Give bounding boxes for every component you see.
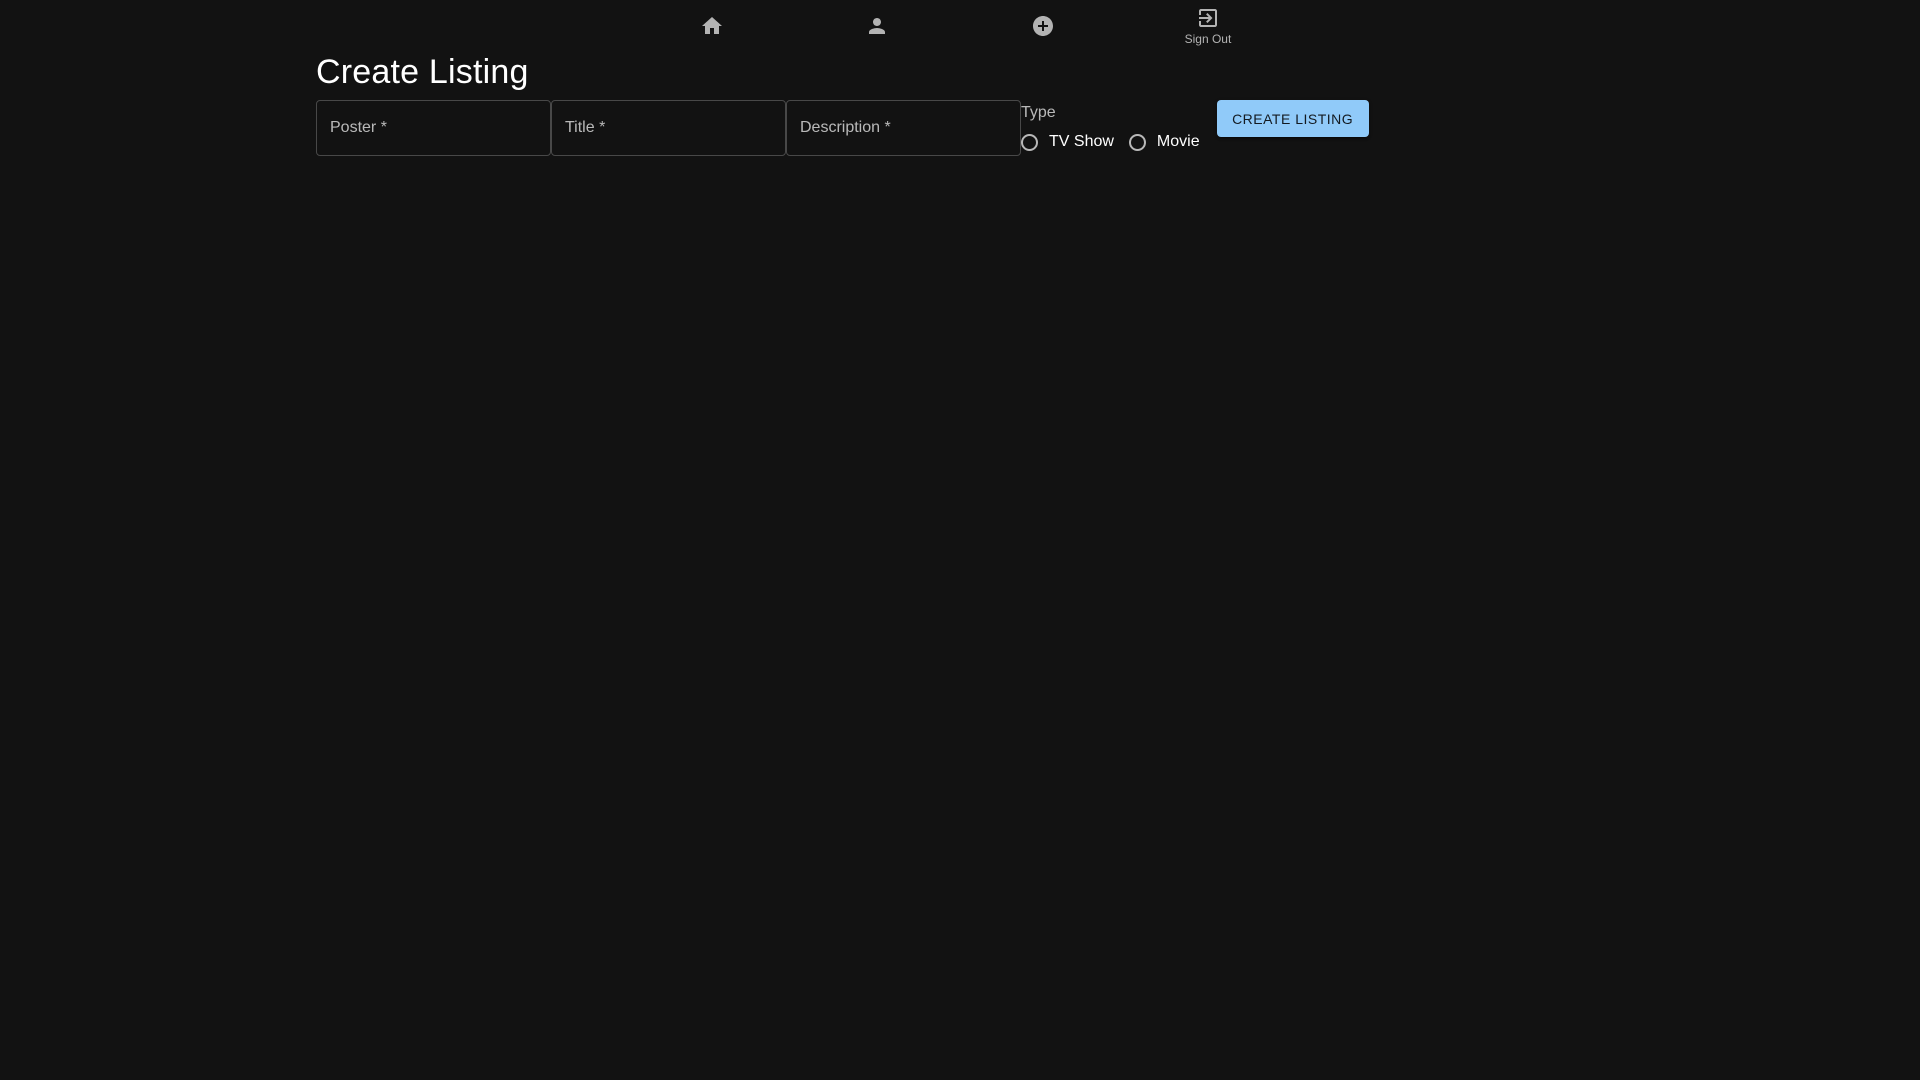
page-title: Create Listing [316, 53, 529, 91]
radio-option-movie[interactable]: Movie [1128, 133, 1200, 151]
home-icon [702, 17, 722, 34]
radio-label-tv-show: TV Show [1049, 133, 1114, 150]
title-field[interactable]: Title * [551, 100, 786, 156]
description-field[interactable]: Description * [786, 100, 1021, 156]
sign-out-label: Sign Out [1184, 32, 1232, 46]
type-options: TV Show Movie [1021, 133, 1215, 151]
radio-label-movie: Movie [1156, 133, 1200, 150]
title-input[interactable] [552, 101, 785, 155]
poster-input[interactable] [317, 101, 550, 155]
nav-sign-out-button[interactable]: Sign Out [1166, 0, 1250, 52]
type-radio-group: Type TV Show Movie [1021, 100, 1215, 151]
create-listing-form: Poster * Title * Description * Type TV S… [316, 100, 1369, 156]
nav-home-button[interactable] [670, 0, 754, 52]
top-navigation: Sign Out [670, 0, 1250, 52]
description-input[interactable] [787, 101, 1020, 155]
radio-unchecked-icon[interactable] [1128, 133, 1146, 151]
create-listing-button[interactable]: CREATE LISTING [1216, 100, 1369, 137]
person-icon [869, 18, 886, 34]
poster-field[interactable]: Poster * [316, 100, 551, 156]
radio-option-tv-show[interactable]: TV Show [1021, 133, 1114, 151]
nav-create-button[interactable] [1001, 0, 1085, 52]
type-legend: Type [1021, 104, 1056, 121]
sign-out-icon [1198, 9, 1217, 27]
radio-unchecked-icon[interactable] [1021, 133, 1038, 151]
add-circle-icon [1032, 16, 1053, 36]
nav-profile-button[interactable] [835, 0, 919, 52]
